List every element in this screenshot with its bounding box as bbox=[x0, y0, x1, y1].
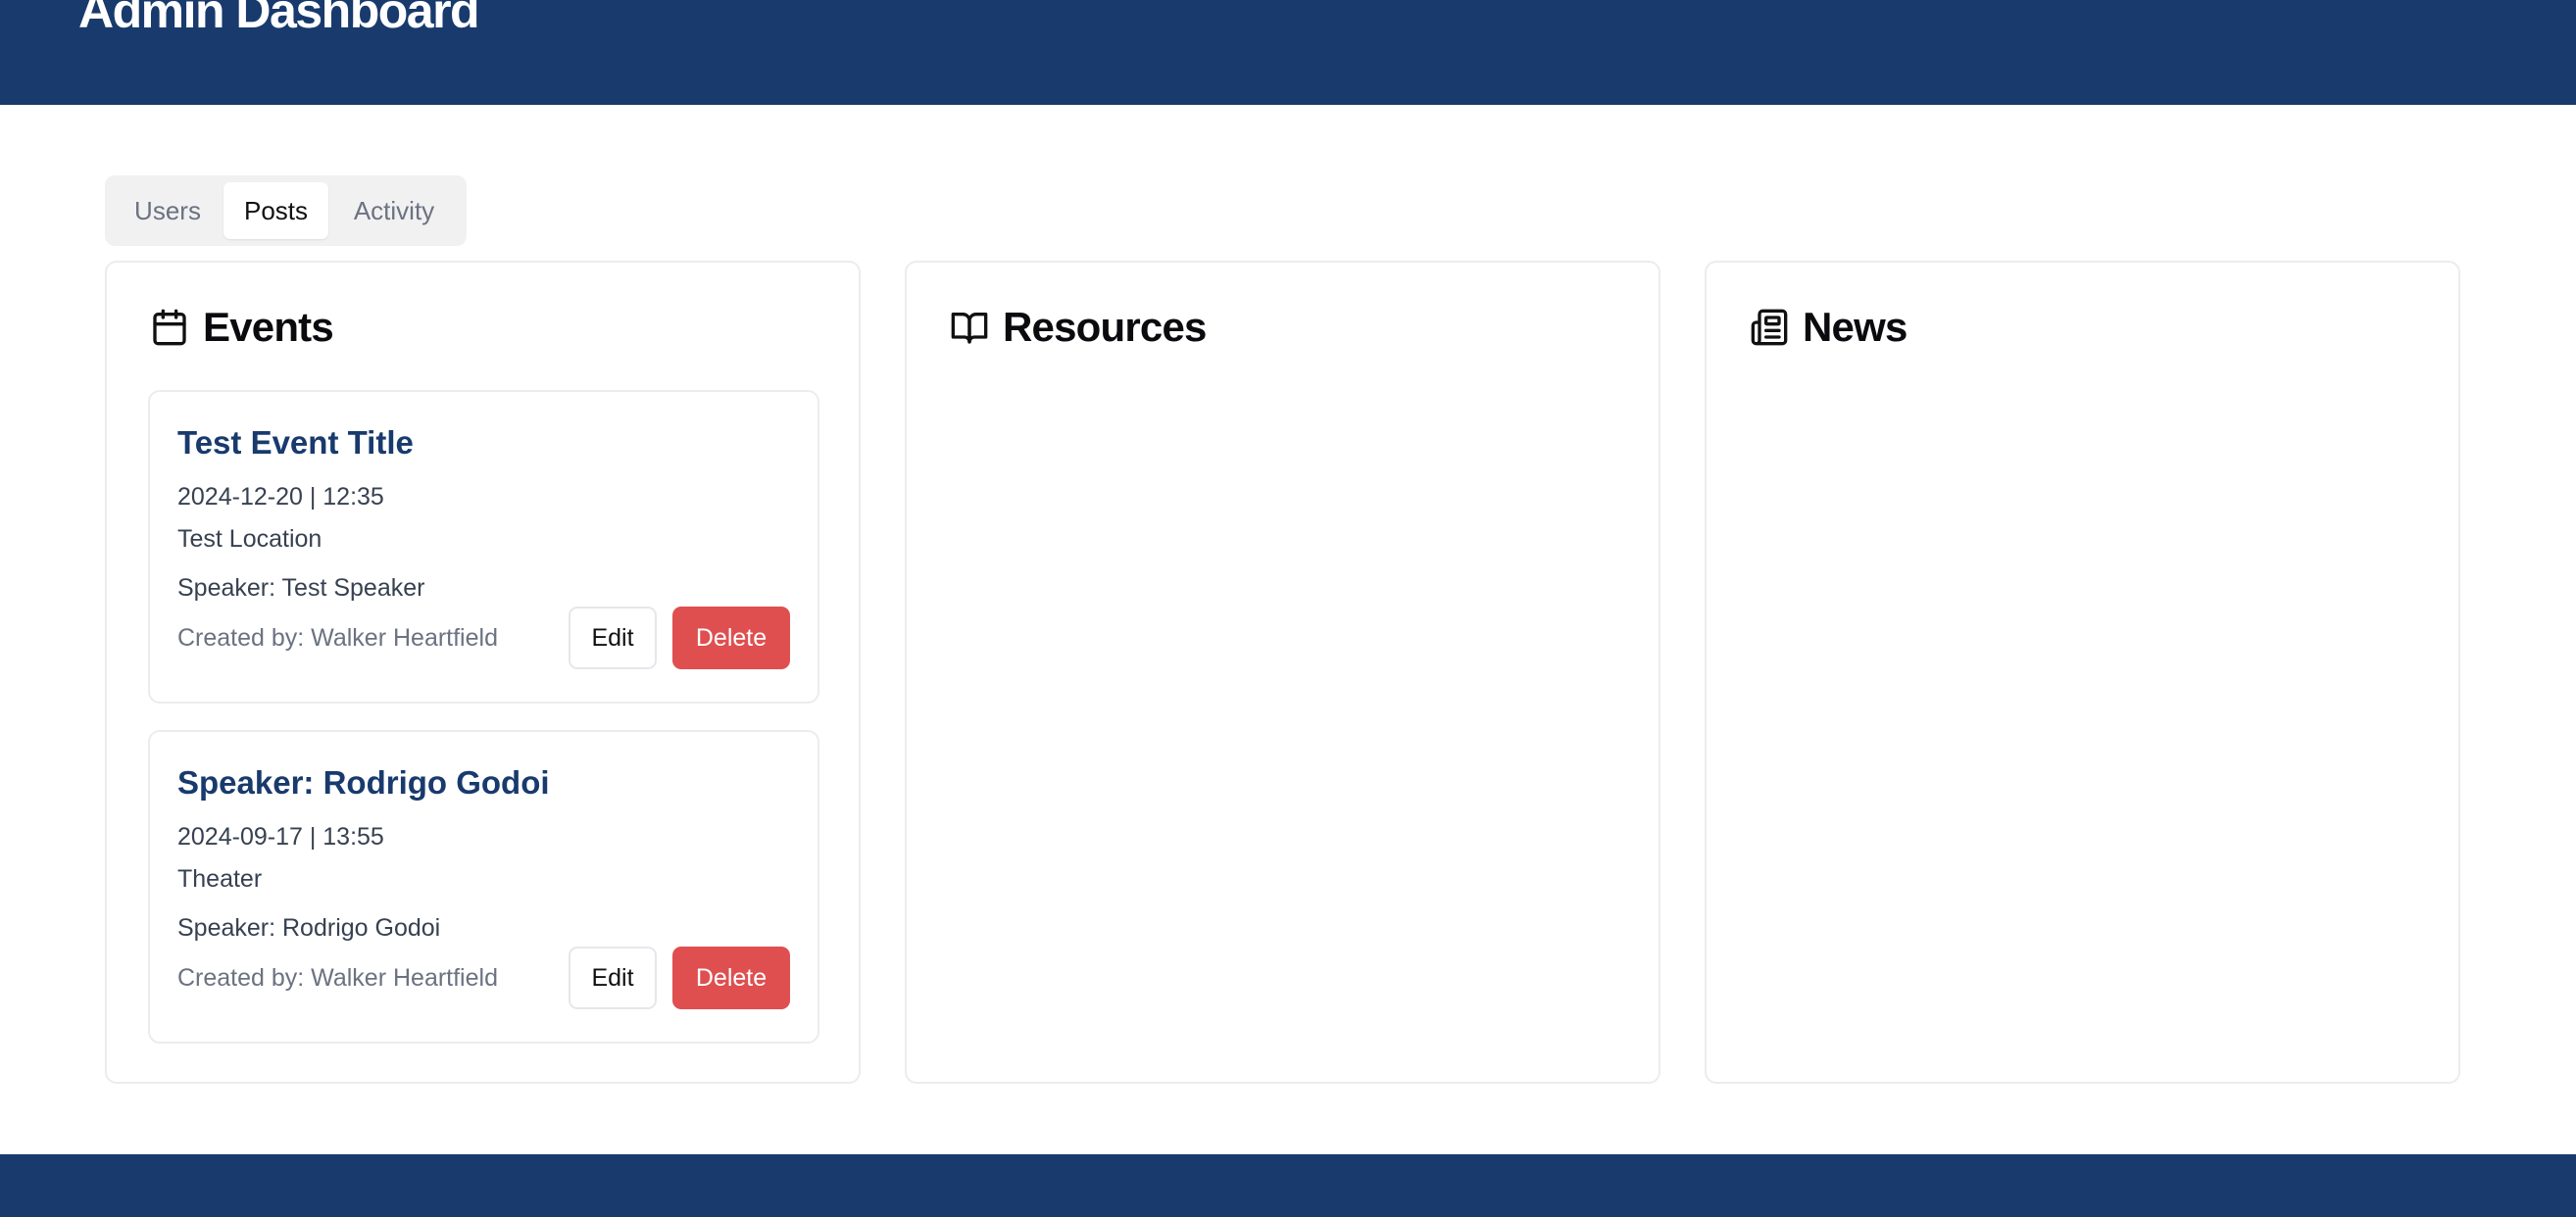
events-panel-header: Events bbox=[150, 302, 334, 353]
event-location: Test Location bbox=[177, 525, 322, 553]
news-panel: News bbox=[1705, 261, 2460, 1084]
event-created-by: Created by: Walker Heartfield bbox=[177, 964, 498, 992]
top-header: Admin Dashboard bbox=[0, 0, 2576, 105]
event-datetime: 2024-09-17 | 13:55 bbox=[177, 823, 384, 851]
resources-panel-header: Resources bbox=[950, 302, 1207, 353]
page-title: Admin Dashboard bbox=[78, 0, 480, 38]
event-created-by: Created by: Walker Heartfield bbox=[177, 624, 498, 652]
tab-activity[interactable]: Activity bbox=[328, 182, 460, 239]
event-title: Test Event Title bbox=[177, 424, 414, 461]
event-title: Speaker: Rodrigo Godoi bbox=[177, 764, 550, 801]
event-card: Test Event Title 2024-12-20 | 12:35 Test… bbox=[148, 390, 819, 704]
news-panel-header: News bbox=[1750, 302, 1907, 353]
delete-button[interactable]: Delete bbox=[672, 607, 790, 669]
event-speaker: Speaker: Test Speaker bbox=[177, 574, 425, 602]
tab-list: Users Posts Activity bbox=[105, 175, 467, 246]
resources-panel: Resources bbox=[905, 261, 1660, 1084]
event-card: Speaker: Rodrigo Godoi 2024-09-17 | 13:5… bbox=[148, 730, 819, 1044]
tab-users[interactable]: Users bbox=[112, 182, 223, 239]
events-panel: Events Test Event Title 2024-12-20 | 12:… bbox=[105, 261, 861, 1084]
book-open-icon bbox=[951, 313, 988, 344]
events-title: Events bbox=[203, 304, 334, 350]
news-title: News bbox=[1803, 304, 1907, 350]
event-location: Theater bbox=[177, 865, 263, 893]
edit-button[interactable]: Edit bbox=[569, 947, 657, 1009]
tab-posts[interactable]: Posts bbox=[223, 182, 328, 239]
newspaper-icon bbox=[1751, 309, 1788, 346]
event-speaker: Speaker: Rodrigo Godoi bbox=[177, 914, 441, 942]
edit-button[interactable]: Edit bbox=[569, 607, 657, 669]
delete-button[interactable]: Delete bbox=[672, 947, 790, 1009]
footer bbox=[0, 1154, 2576, 1217]
resources-title: Resources bbox=[1003, 304, 1207, 350]
calendar-icon bbox=[153, 309, 186, 346]
event-datetime: 2024-12-20 | 12:35 bbox=[177, 483, 384, 511]
